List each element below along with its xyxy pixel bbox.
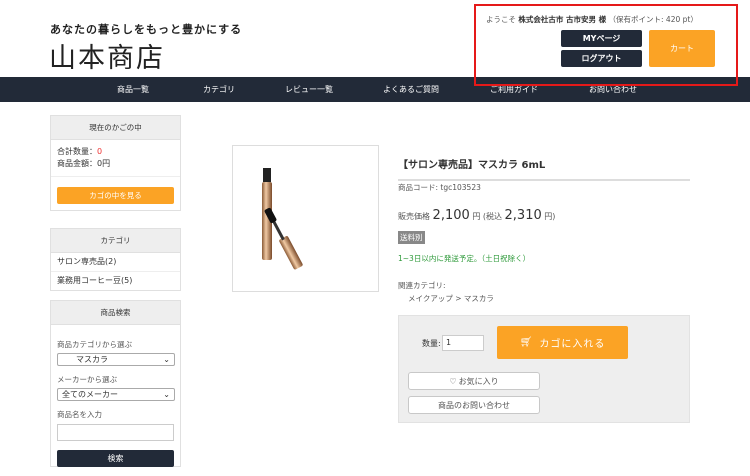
delivery-text: 1~3日以内に発送予定。（土日祝除く） xyxy=(398,254,531,263)
nav-category[interactable]: カテゴリ xyxy=(203,84,235,95)
category-item[interactable]: サロン専売品(2) xyxy=(51,253,180,272)
category-box-title: カテゴリ xyxy=(51,229,180,253)
main-nav: 商品一覧 カテゴリ レビュー一覧 よくあるご質問 ご利用ガイド お問い合わせ xyxy=(0,77,750,102)
price-line: 販売価格 2,100 円 (税込 2,310 円) xyxy=(398,208,555,223)
inquiry-button[interactable]: 商品のお問い合わせ xyxy=(408,396,540,414)
name-input-label: 商品名を入力 xyxy=(57,410,102,419)
mascara-image xyxy=(262,168,303,270)
related-path[interactable]: メイクアップ > マスカラ xyxy=(408,293,494,304)
qty-value: 0 xyxy=(97,147,103,156)
heart-icon: ♡ xyxy=(449,376,457,386)
favorite-button[interactable]: ♡ お気に入り xyxy=(408,372,540,390)
chevron-down-icon: ⌄ xyxy=(163,355,170,364)
add-to-cart-label: カゴに入れる xyxy=(539,339,606,350)
quantity-input[interactable]: 1 xyxy=(442,335,484,351)
user-name: 株式会社古市 古市安男 様 xyxy=(518,15,607,24)
category-item[interactable]: 業務用コーヒー豆(5) xyxy=(51,272,180,290)
qty-field-label: 数量: xyxy=(422,339,441,348)
product-code: 商品コード: tgc103523 xyxy=(398,183,481,192)
chevron-down-icon: ⌄ xyxy=(163,390,170,399)
welcome-prefix: ようこそ xyxy=(486,15,516,24)
cart-summary-box: 現在のかごの中 合計数量：0 商品金額：0円 カゴの中を見る xyxy=(50,115,181,211)
nav-faq[interactable]: よくあるご質問 xyxy=(383,84,439,95)
cart-button[interactable]: カート xyxy=(649,30,715,67)
price: 2,100 xyxy=(432,208,470,223)
cart-box-title: 現在のかごの中 xyxy=(51,116,180,140)
logout-button[interactable]: ログアウト xyxy=(561,50,642,67)
tax-price: 2,310 xyxy=(504,208,542,223)
yen: 円 xyxy=(472,212,481,221)
nav-contact[interactable]: お問い合わせ xyxy=(589,84,637,95)
welcome-text: ようこそ 株式会社古市 古市安男 様 （保有ポイント: 420 pt） xyxy=(486,14,698,25)
category-box: カテゴリ サロン専売品(2) 業務用コーヒー豆(5) xyxy=(50,228,181,291)
category-select-label: 商品カテゴリから選ぶ xyxy=(57,340,132,349)
nav-products[interactable]: 商品一覧 xyxy=(117,84,149,95)
amount: 商品金額：0円 xyxy=(57,159,111,168)
mypage-button[interactable]: MYページ xyxy=(561,30,642,47)
tagline: あなたの暮らしをもっと豊かにする xyxy=(50,23,243,36)
search-box: 商品検索 商品カテゴリから選ぶ マスカラ ⌄ メーカーから選ぶ 全てのメーカー ⌄ … xyxy=(50,300,181,467)
points: （保有ポイント: 420 pt） xyxy=(608,15,698,24)
favorite-label: お気に入り xyxy=(458,376,499,386)
category-select[interactable]: マスカラ ⌄ xyxy=(57,353,175,366)
shipping-badge: 送料別 xyxy=(398,231,425,244)
maker-select[interactable]: 全てのメーカー ⌄ xyxy=(57,388,175,401)
tax-label: (税込 xyxy=(482,212,502,221)
search-button[interactable]: 検索 xyxy=(57,450,174,467)
search-box-title: 商品検索 xyxy=(51,301,180,325)
view-cart-button[interactable]: カゴの中を見る xyxy=(57,187,174,204)
related-label: 関連カテゴリ: xyxy=(398,281,446,290)
cart-icon: 🛒︎ xyxy=(519,337,534,348)
product-image xyxy=(232,145,379,292)
maker-select-label: メーカーから選ぶ xyxy=(57,375,117,384)
site-logo[interactable]: 山本商店 xyxy=(49,36,165,75)
tax-close: 円) xyxy=(544,212,556,221)
name-input[interactable] xyxy=(57,424,174,441)
price-label: 販売価格 xyxy=(398,212,430,221)
category-select-value: マスカラ xyxy=(76,355,108,364)
nav-guide[interactable]: ご利用ガイド xyxy=(490,84,538,95)
add-to-cart-button[interactable]: 🛒︎ カゴに入れる xyxy=(497,326,628,359)
product-title: 【サロン専売品】マスカラ 6mL xyxy=(398,156,690,181)
qty-label: 合計数量： xyxy=(57,147,97,156)
maker-select-value: 全てのメーカー xyxy=(62,390,118,399)
nav-reviews[interactable]: レビュー一覧 xyxy=(285,84,333,95)
